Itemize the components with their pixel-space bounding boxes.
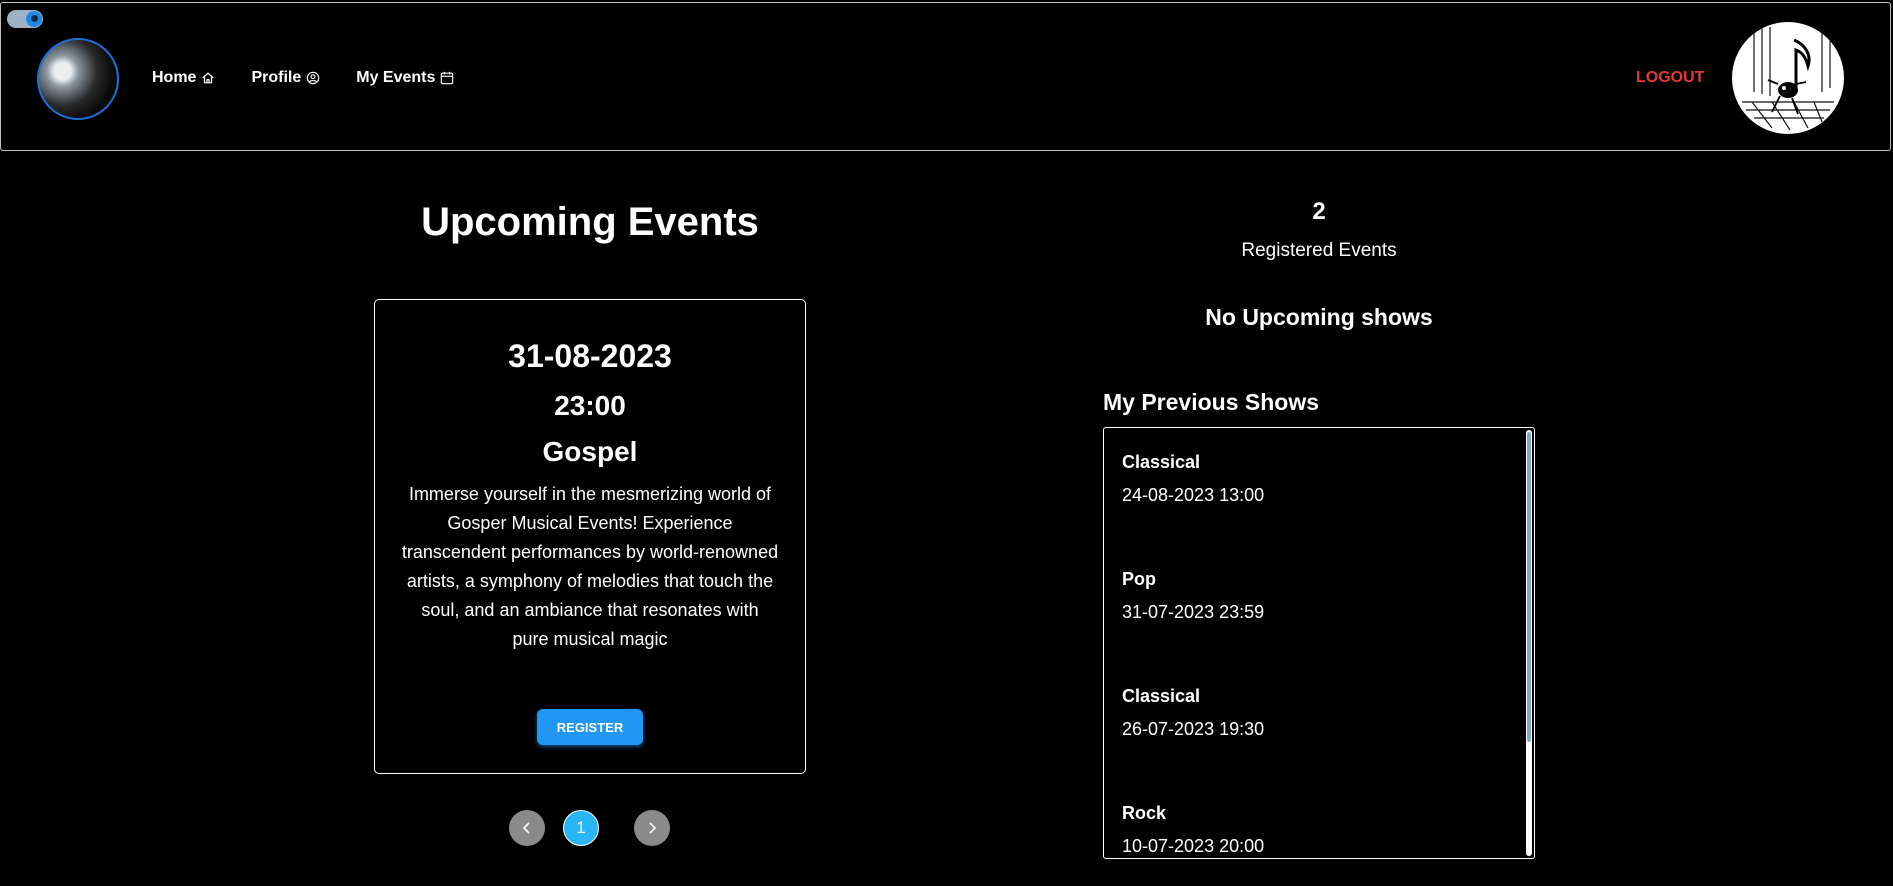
chevron-right-icon [649, 822, 657, 834]
previous-shows-list[interactable]: Classical 24-08-2023 13:00 Pop 31-07-202… [1103, 427, 1535, 859]
show-genre: Classical [1122, 452, 1201, 472]
previous-shows-items: Classical 24-08-2023 13:00 Pop 31-07-202… [1122, 428, 1502, 858]
calendar-icon [441, 71, 454, 85]
nav-my-events[interactable]: My Events [356, 69, 454, 87]
registered-label: Registered Events [1241, 240, 1397, 261]
registered-count: 2 [1312, 198, 1326, 225]
user-circle-icon [306, 71, 320, 85]
register-button[interactable]: REGISTER [537, 709, 643, 745]
upcoming-events-title: Upcoming Events [421, 200, 759, 244]
main-nav: Home Profile My Events [152, 69, 490, 87]
header-bar: Home Profile My Events LOGOUT [0, 2, 1891, 151]
list-item: Classical 26-07-2023 19:30 [1122, 662, 1502, 779]
list-item: Rock 10-07-2023 20:00 [1122, 779, 1502, 858]
show-datetime: 31-07-2023 23:59 [1122, 602, 1265, 622]
scrollbar[interactable] [1526, 430, 1532, 856]
list-item: Pop 31-07-2023 23:59 [1122, 545, 1502, 662]
theme-toggle[interactable] [7, 10, 43, 28]
previous-shows-title: My Previous Shows [1103, 389, 1320, 415]
show-genre: Pop [1122, 569, 1156, 589]
page-1-button[interactable]: 1 [563, 810, 599, 846]
next-page-button[interactable] [634, 810, 670, 846]
event-description: Immerse yourself in the mesmerizing worl… [401, 484, 779, 649]
nav-my-events-label: My Events [356, 69, 436, 86]
nav-profile-label: Profile [251, 69, 302, 86]
nav-home[interactable]: Home [152, 69, 215, 87]
page: Home Profile My Events LOGOUT Upcoming E… [0, 0, 1893, 886]
nav-home-label: Home [152, 69, 197, 86]
music-note-logo-icon [1742, 27, 1834, 131]
show-genre: Rock [1122, 803, 1167, 823]
event-date: 31-08-2023 [508, 338, 672, 374]
prev-page-button[interactable] [509, 810, 545, 846]
show-datetime: 24-08-2023 13:00 [1122, 485, 1265, 505]
logout-button[interactable]: LOGOUT [1636, 69, 1704, 87]
music-note-logo[interactable] [1732, 22, 1844, 134]
event-genre: Gospel [542, 436, 638, 467]
pagination: 1 [0, 810, 1893, 846]
list-item: Classical 24-08-2023 13:00 [1122, 428, 1502, 545]
event-time: 23:00 [554, 390, 626, 421]
home-icon [202, 72, 215, 84]
toggle-knob [26, 11, 42, 27]
no-upcoming-message: No Upcoming shows [1205, 304, 1433, 330]
show-datetime: 26-07-2023 19:30 [1122, 719, 1265, 739]
avatar[interactable] [37, 38, 119, 120]
chevron-left-icon [522, 822, 530, 834]
scrollbar-thumb[interactable] [1527, 432, 1531, 742]
nav-profile[interactable]: Profile [251, 69, 320, 87]
show-genre: Classical [1122, 686, 1201, 706]
event-card: 31-08-2023 23:00 Gospel Immerse yourself… [374, 299, 806, 774]
show-datetime: 10-07-2023 20:00 [1122, 836, 1265, 856]
